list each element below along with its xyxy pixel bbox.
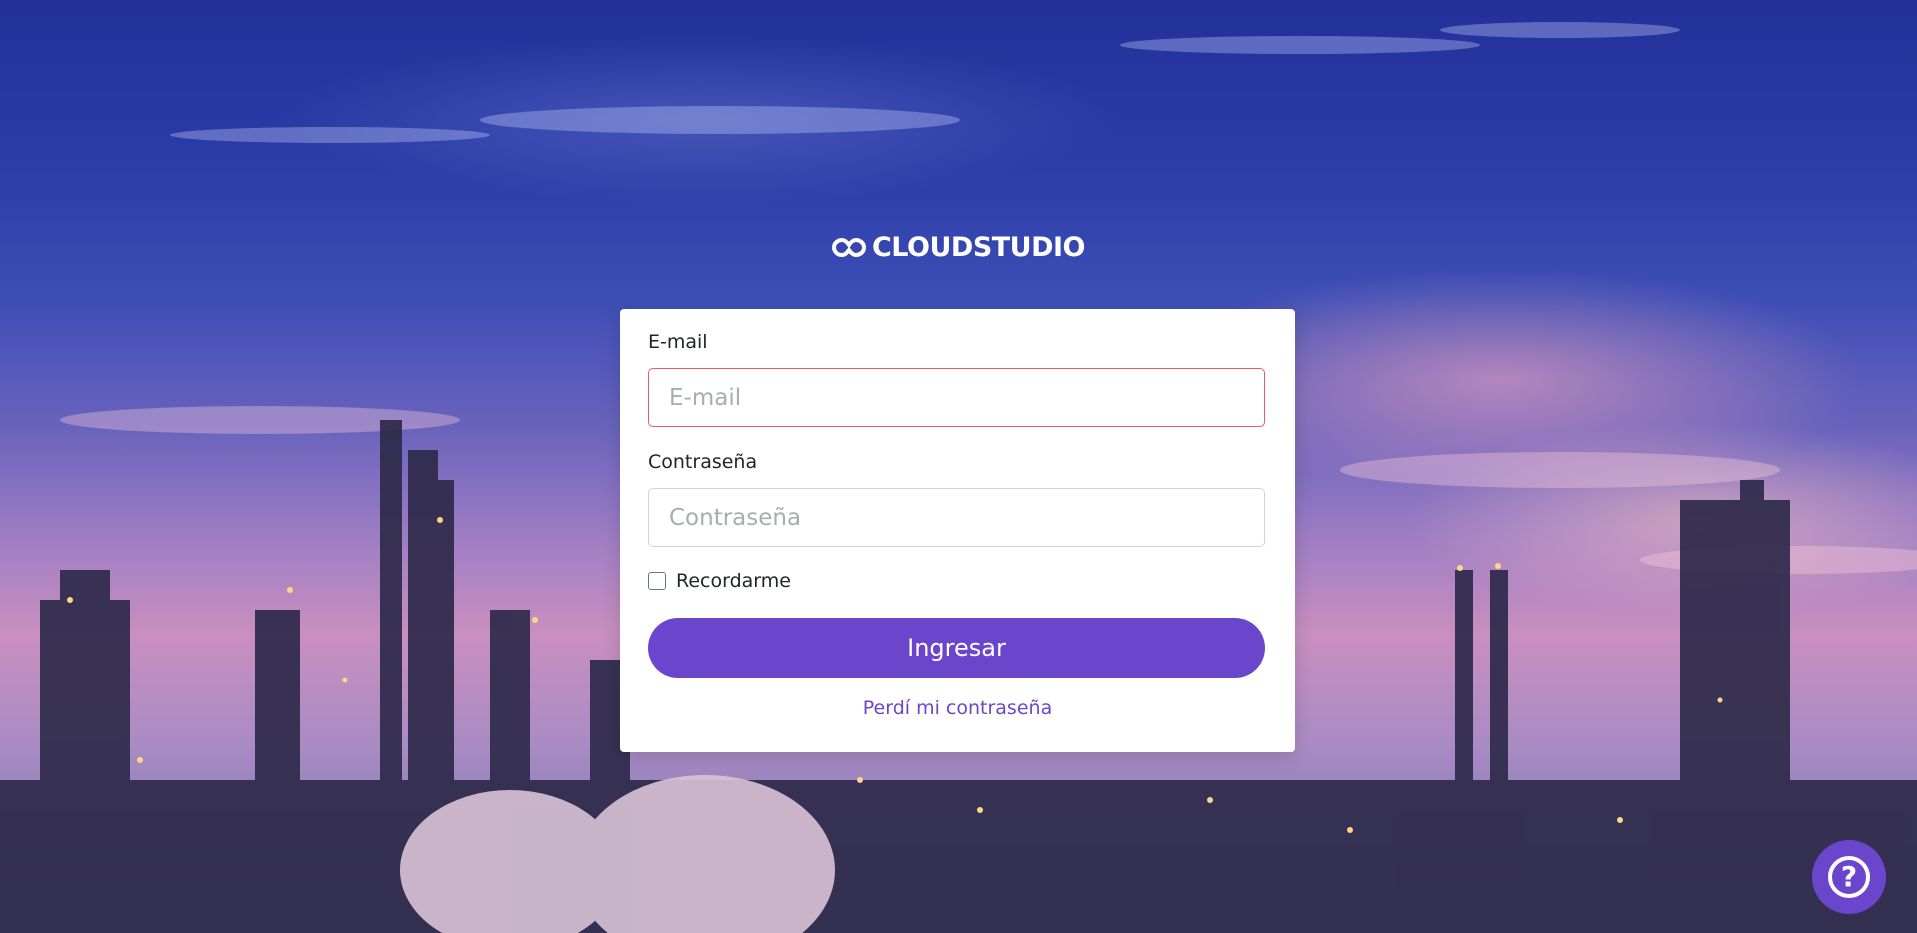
remember-checkbox[interactable]: [648, 572, 666, 590]
login-card: E-mail Contraseña Recordarme Ingresar Pe…: [620, 309, 1295, 752]
password-label: Contraseña: [648, 451, 758, 473]
question-circle-icon: ?: [1828, 856, 1870, 898]
help-button[interactable]: ?: [1812, 840, 1886, 914]
remember-label[interactable]: Recordarme: [676, 570, 791, 592]
remember-me-row[interactable]: Recordarme: [648, 570, 791, 592]
cloud-logo-icon: [831, 237, 866, 257]
email-label: E-mail: [648, 331, 708, 353]
login-button[interactable]: Ingresar: [648, 618, 1265, 678]
password-input[interactable]: [648, 488, 1265, 547]
email-input[interactable]: [648, 368, 1265, 427]
forgot-password-link[interactable]: Perdí mi contraseña: [620, 697, 1295, 719]
brand-logo: CLOUDSTUDIO: [0, 232, 1917, 263]
brand-name: CLOUDSTUDIO: [871, 232, 1086, 263]
